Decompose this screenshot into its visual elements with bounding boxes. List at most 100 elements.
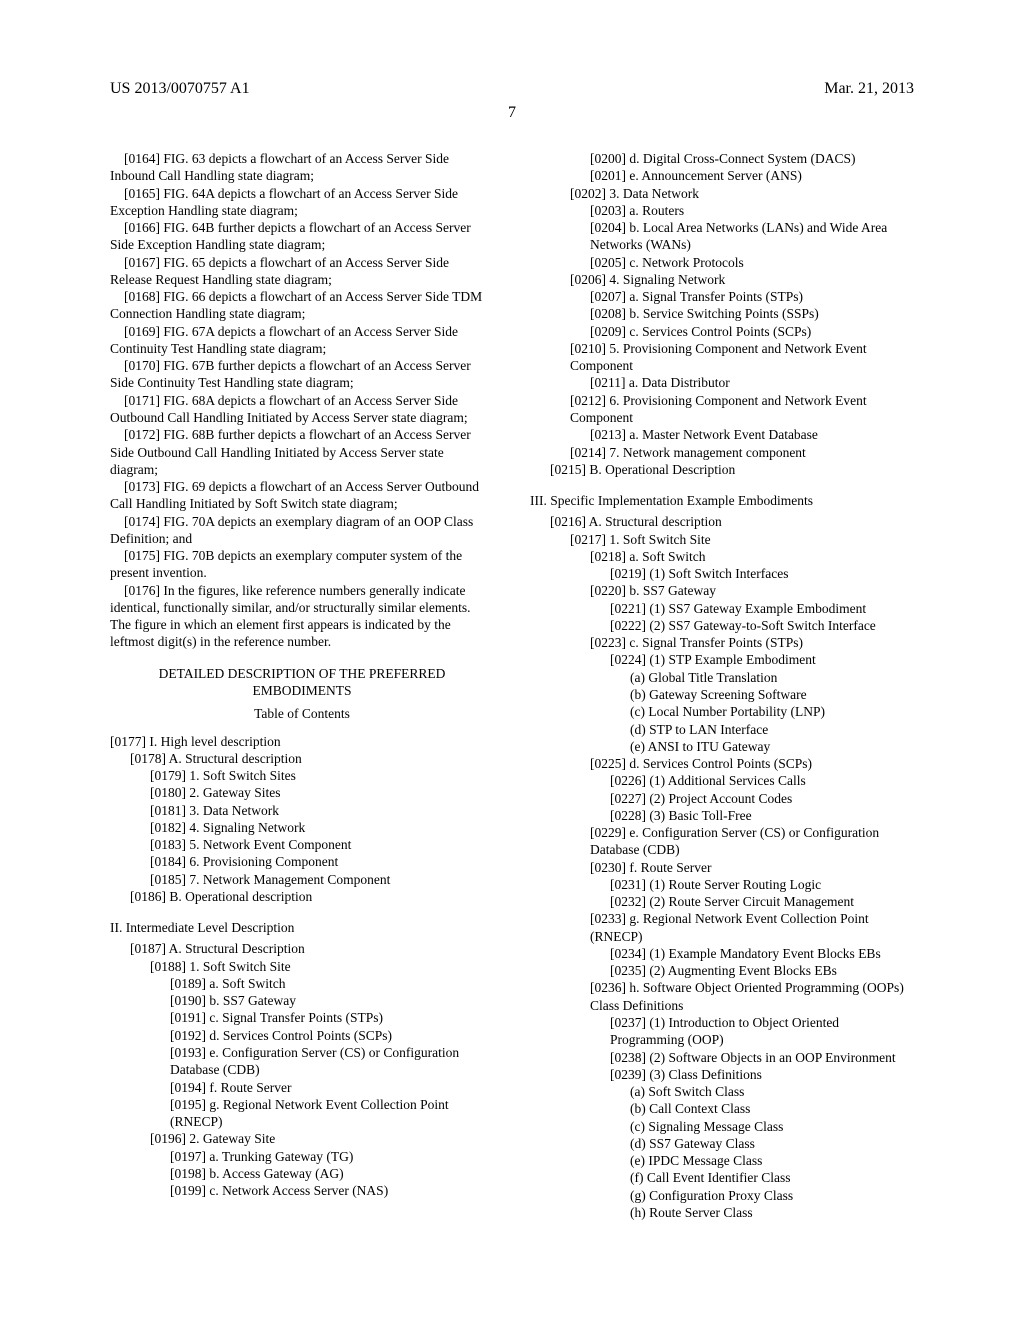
toc-entry: [0222] (2) SS7 Gateway-to-Soft Switch In… — [530, 617, 914, 634]
toc-entry: [0196] 2. Gateway Site — [110, 1130, 494, 1147]
body-paragraph: [0173] FIG. 69 depicts a flowchart of an… — [110, 478, 494, 513]
toc-entry: [0183] 5. Network Event Component — [110, 836, 494, 853]
toc-entry: [0235] (2) Augmenting Event Blocks EBs — [530, 962, 914, 979]
toc-entry: [0215] B. Operational Description — [530, 461, 914, 478]
toc-entry: [0237] (1) Introduction to Object Orient… — [530, 1014, 914, 1049]
toc-entry: [0206] 4. Signaling Network — [530, 271, 914, 288]
toc-entry: [0223] c. Signal Transfer Points (STPs) — [530, 634, 914, 651]
toc-entry: [0233] g. Regional Network Event Collect… — [530, 910, 914, 945]
toc-entry: [0193] e. Configuration Server (CS) or C… — [110, 1044, 494, 1079]
columns: [0164] FIG. 63 depicts a flowchart of an… — [110, 150, 914, 1221]
body-paragraph: [0167] FIG. 65 depicts a flowchart of an… — [110, 254, 494, 289]
toc-entry: [0184] 6. Provisioning Component — [110, 853, 494, 870]
toc-entry: [0180] 2. Gateway Sites — [110, 784, 494, 801]
section-ii: II. Intermediate Level Description — [110, 919, 494, 936]
toc-entry: [0179] 1. Soft Switch Sites — [110, 767, 494, 784]
toc-entry: [0190] b. SS7 Gateway — [110, 992, 494, 1009]
toc-entry: [0236] h. Software Object Oriented Progr… — [530, 979, 914, 1014]
body-paragraph: [0174] FIG. 70A depicts an exemplary dia… — [110, 513, 494, 548]
toc-entry: [0192] d. Services Control Points (SCPs) — [110, 1027, 494, 1044]
toc-entry: (f) Call Event Identifier Class — [530, 1169, 914, 1186]
toc-heading: Table of Contents — [110, 705, 494, 722]
toc-entry: [0218] a. Soft Switch — [530, 548, 914, 565]
toc-entry: [0207] a. Signal Transfer Points (STPs) — [530, 288, 914, 305]
toc-entry: [0202] 3. Data Network — [530, 185, 914, 202]
toc-entry: [0211] a. Data Distributor — [530, 374, 914, 391]
toc-entry: [0198] b. Access Gateway (AG) — [110, 1165, 494, 1182]
toc-entry: [0177] I. High level description — [110, 733, 494, 750]
toc-entry: [0216] A. Structural description — [530, 513, 914, 530]
toc-entry: [0214] 7. Network management component — [530, 444, 914, 461]
page-header: US 2013/0070757 A1 Mar. 21, 2013 — [110, 80, 914, 98]
toc-entry: [0205] c. Network Protocols — [530, 254, 914, 271]
toc-entry: [0225] d. Services Control Points (SCPs) — [530, 755, 914, 772]
toc-entry: [0201] e. Announcement Server (ANS) — [530, 167, 914, 184]
toc-entry: [0187] A. Structural Description — [110, 940, 494, 957]
toc-entry: [0203] a. Routers — [530, 202, 914, 219]
section-heading: DETAILED DESCRIPTION OF THE PREFERRED EM… — [110, 665, 494, 700]
toc-entry: [0197] a. Trunking Gateway (TG) — [110, 1148, 494, 1165]
toc-entry: [0239] (3) Class Definitions — [530, 1066, 914, 1083]
toc-entry: [0188] 1. Soft Switch Site — [110, 958, 494, 975]
toc-entry: [0231] (1) Route Server Routing Logic — [530, 876, 914, 893]
toc-entry: (c) Local Number Portability (LNP) — [530, 703, 914, 720]
body-paragraph: [0168] FIG. 66 depicts a flowchart of an… — [110, 288, 494, 323]
toc-entry: (b) Call Context Class — [530, 1100, 914, 1117]
toc-entry: [0209] c. Services Control Points (SCPs) — [530, 323, 914, 340]
toc-entry: (a) Soft Switch Class — [530, 1083, 914, 1100]
toc-entry: [0181] 3. Data Network — [110, 802, 494, 819]
toc-entry: [0185] 7. Network Management Component — [110, 871, 494, 888]
toc-entry: [0200] d. Digital Cross-Connect System (… — [530, 150, 914, 167]
toc-entry: (d) SS7 Gateway Class — [530, 1135, 914, 1152]
toc-entry: [0219] (1) Soft Switch Interfaces — [530, 565, 914, 582]
toc-entry: (e) ANSI to ITU Gateway — [530, 738, 914, 755]
body-paragraph: [0171] FIG. 68A depicts a flowchart of a… — [110, 392, 494, 427]
toc-entry: [0228] (3) Basic Toll-Free — [530, 807, 914, 824]
toc-entry: [0217] 1. Soft Switch Site — [530, 531, 914, 548]
toc-entry: [0213] a. Master Network Event Database — [530, 426, 914, 443]
body-paragraph: [0172] FIG. 68B further depicts a flowch… — [110, 426, 494, 478]
toc-entry: [0210] 5. Provisioning Component and Net… — [530, 340, 914, 375]
toc-entry: [0238] (2) Software Objects in an OOP En… — [530, 1049, 914, 1066]
body-paragraph: [0165] FIG. 64A depicts a flowchart of a… — [110, 185, 494, 220]
toc-entry: [0189] a. Soft Switch — [110, 975, 494, 992]
toc-entry: [0234] (1) Example Mandatory Event Block… — [530, 945, 914, 962]
toc-entry: [0178] A. Structural description — [110, 750, 494, 767]
pub-date: Mar. 21, 2013 — [824, 80, 914, 98]
page: US 2013/0070757 A1 Mar. 21, 2013 7 [0164… — [0, 0, 1024, 1281]
body-paragraph: [0166] FIG. 64B further depicts a flowch… — [110, 219, 494, 254]
page-number: 7 — [110, 104, 914, 122]
toc-entry: (e) IPDC Message Class — [530, 1152, 914, 1169]
toc-entry: [0232] (2) Route Server Circuit Manageme… — [530, 893, 914, 910]
toc-entry: [0229] e. Configuration Server (CS) or C… — [530, 824, 914, 859]
body-paragraph: [0169] FIG. 67A depicts a flowchart of a… — [110, 323, 494, 358]
toc-entry: (a) Global Title Translation — [530, 669, 914, 686]
section-iii: III. Specific Implementation Example Emb… — [530, 492, 914, 509]
toc-entry: [0204] b. Local Area Networks (LANs) and… — [530, 219, 914, 254]
toc-entry: [0191] c. Signal Transfer Points (STPs) — [110, 1009, 494, 1026]
toc-entry: [0227] (2) Project Account Codes — [530, 790, 914, 807]
column-right: [0200] d. Digital Cross-Connect System (… — [530, 150, 914, 1221]
body-paragraph: [0175] FIG. 70B depicts an exemplary com… — [110, 547, 494, 582]
body-paragraph: [0164] FIG. 63 depicts a flowchart of an… — [110, 150, 494, 185]
toc-entry: [0195] g. Regional Network Event Collect… — [110, 1096, 494, 1131]
toc-entry: (c) Signaling Message Class — [530, 1118, 914, 1135]
toc-entry: [0226] (1) Additional Services Calls — [530, 772, 914, 789]
body-paragraph: [0170] FIG. 67B further depicts a flowch… — [110, 357, 494, 392]
pub-number: US 2013/0070757 A1 — [110, 80, 250, 98]
toc-entry: [0186] B. Operational description — [110, 888, 494, 905]
toc-entry: [0224] (1) STP Example Embodiment — [530, 651, 914, 668]
body-paragraph: [0176] In the figures, like reference nu… — [110, 582, 494, 651]
column-left: [0164] FIG. 63 depicts a flowchart of an… — [110, 150, 494, 1221]
toc-entry: (d) STP to LAN Interface — [530, 721, 914, 738]
toc-entry: [0208] b. Service Switching Points (SSPs… — [530, 305, 914, 322]
toc-entry: (h) Route Server Class — [530, 1204, 914, 1221]
toc-entry: (b) Gateway Screening Software — [530, 686, 914, 703]
toc-entry: [0230] f. Route Server — [530, 859, 914, 876]
toc-entry: [0182] 4. Signaling Network — [110, 819, 494, 836]
toc-entry: [0194] f. Route Server — [110, 1079, 494, 1096]
toc-entry: [0221] (1) SS7 Gateway Example Embodimen… — [530, 600, 914, 617]
toc-entry: [0199] c. Network Access Server (NAS) — [110, 1182, 494, 1199]
toc-entry: (g) Configuration Proxy Class — [530, 1187, 914, 1204]
toc-entry: [0220] b. SS7 Gateway — [530, 582, 914, 599]
